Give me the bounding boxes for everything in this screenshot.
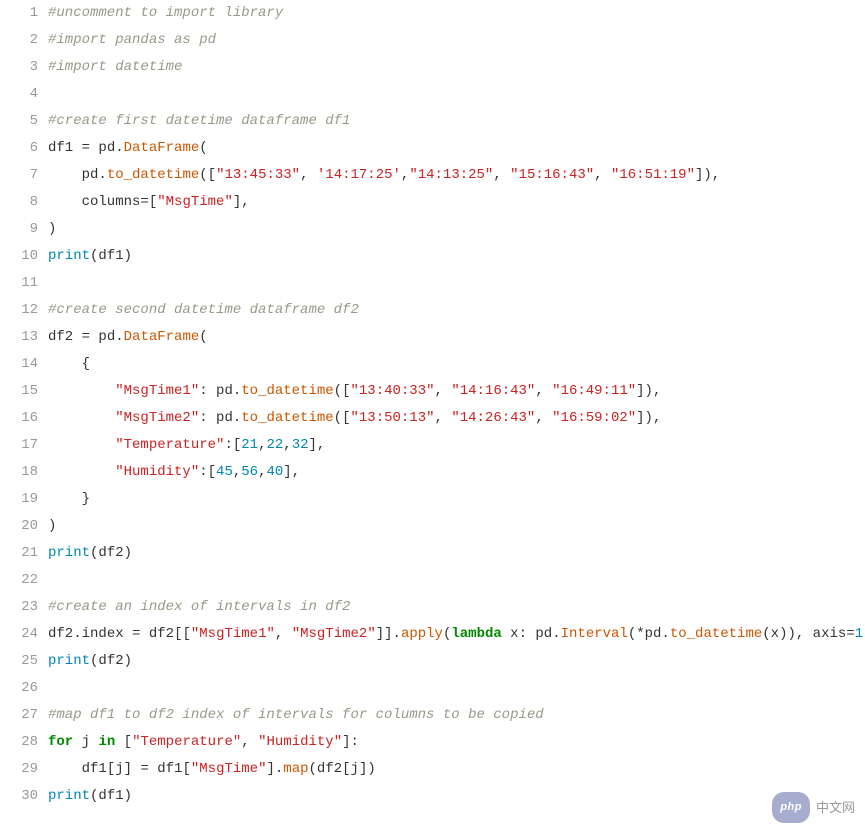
code-line: pd.to_datetime(["13:45:33", '14:17:25',"… bbox=[48, 162, 865, 189]
line-number: 21 bbox=[0, 540, 38, 567]
code-line: df2.index = df2[["MsgTime1", "MsgTime2"]… bbox=[48, 621, 865, 648]
line-number-gutter: 1234567891011121314151617181920212223242… bbox=[0, 0, 48, 810]
code-line bbox=[48, 81, 865, 108]
line-number: 17 bbox=[0, 432, 38, 459]
code-line: #create an index of intervals in df2 bbox=[48, 594, 865, 621]
line-number: 5 bbox=[0, 108, 38, 135]
line-number: 8 bbox=[0, 189, 38, 216]
code-line: { bbox=[48, 351, 865, 378]
line-number: 24 bbox=[0, 621, 38, 648]
line-number: 11 bbox=[0, 270, 38, 297]
code-line: ) bbox=[48, 513, 865, 540]
code-line: #create first datetime dataframe df1 bbox=[48, 108, 865, 135]
code-line: print(df2) bbox=[48, 648, 865, 675]
code-area: #uncomment to import library#import pand… bbox=[48, 0, 865, 810]
code-line: columns=["MsgTime"], bbox=[48, 189, 865, 216]
line-number: 14 bbox=[0, 351, 38, 378]
code-line: print(df2) bbox=[48, 540, 865, 567]
line-number: 2 bbox=[0, 27, 38, 54]
code-editor: 1234567891011121314151617181920212223242… bbox=[0, 0, 865, 810]
code-line: #import datetime bbox=[48, 54, 865, 81]
line-number: 29 bbox=[0, 756, 38, 783]
code-line: "MsgTime2": pd.to_datetime(["13:50:13", … bbox=[48, 405, 865, 432]
line-number: 22 bbox=[0, 567, 38, 594]
line-number: 9 bbox=[0, 216, 38, 243]
code-line: df1[j] = df1["MsgTime"].map(df2[j]) bbox=[48, 756, 865, 783]
line-number: 7 bbox=[0, 162, 38, 189]
line-number: 1 bbox=[0, 0, 38, 27]
code-line bbox=[48, 270, 865, 297]
watermark-text: 中文网 bbox=[816, 794, 855, 821]
line-number: 20 bbox=[0, 513, 38, 540]
code-line: ) bbox=[48, 216, 865, 243]
code-line: "Temperature":[21,22,32], bbox=[48, 432, 865, 459]
line-number: 27 bbox=[0, 702, 38, 729]
code-line: df1 = pd.DataFrame( bbox=[48, 135, 865, 162]
code-line: } bbox=[48, 486, 865, 513]
code-line: #create second datetime dataframe df2 bbox=[48, 297, 865, 324]
line-number: 4 bbox=[0, 81, 38, 108]
code-line: "MsgTime1": pd.to_datetime(["13:40:33", … bbox=[48, 378, 865, 405]
code-line: for j in ["Temperature", "Humidity"]: bbox=[48, 729, 865, 756]
code-line: #map df1 to df2 index of intervals for c… bbox=[48, 702, 865, 729]
code-line: #import pandas as pd bbox=[48, 27, 865, 54]
line-number: 18 bbox=[0, 459, 38, 486]
line-number: 19 bbox=[0, 486, 38, 513]
line-number: 13 bbox=[0, 324, 38, 351]
line-number: 30 bbox=[0, 783, 38, 810]
line-number: 10 bbox=[0, 243, 38, 270]
line-number: 12 bbox=[0, 297, 38, 324]
line-number: 16 bbox=[0, 405, 38, 432]
line-number: 25 bbox=[0, 648, 38, 675]
line-number: 6 bbox=[0, 135, 38, 162]
line-number: 15 bbox=[0, 378, 38, 405]
line-number: 23 bbox=[0, 594, 38, 621]
code-line: #uncomment to import library bbox=[48, 0, 865, 27]
code-line bbox=[48, 567, 865, 594]
line-number: 3 bbox=[0, 54, 38, 81]
watermark: php 中文网 bbox=[772, 792, 855, 823]
code-line: df2 = pd.DataFrame( bbox=[48, 324, 865, 351]
code-line: print(df1) bbox=[48, 243, 865, 270]
php-badge: php bbox=[772, 792, 810, 823]
line-number: 26 bbox=[0, 675, 38, 702]
code-line: "Humidity":[45,56,40], bbox=[48, 459, 865, 486]
code-line bbox=[48, 675, 865, 702]
line-number: 28 bbox=[0, 729, 38, 756]
code-line: print(df1) bbox=[48, 783, 865, 810]
